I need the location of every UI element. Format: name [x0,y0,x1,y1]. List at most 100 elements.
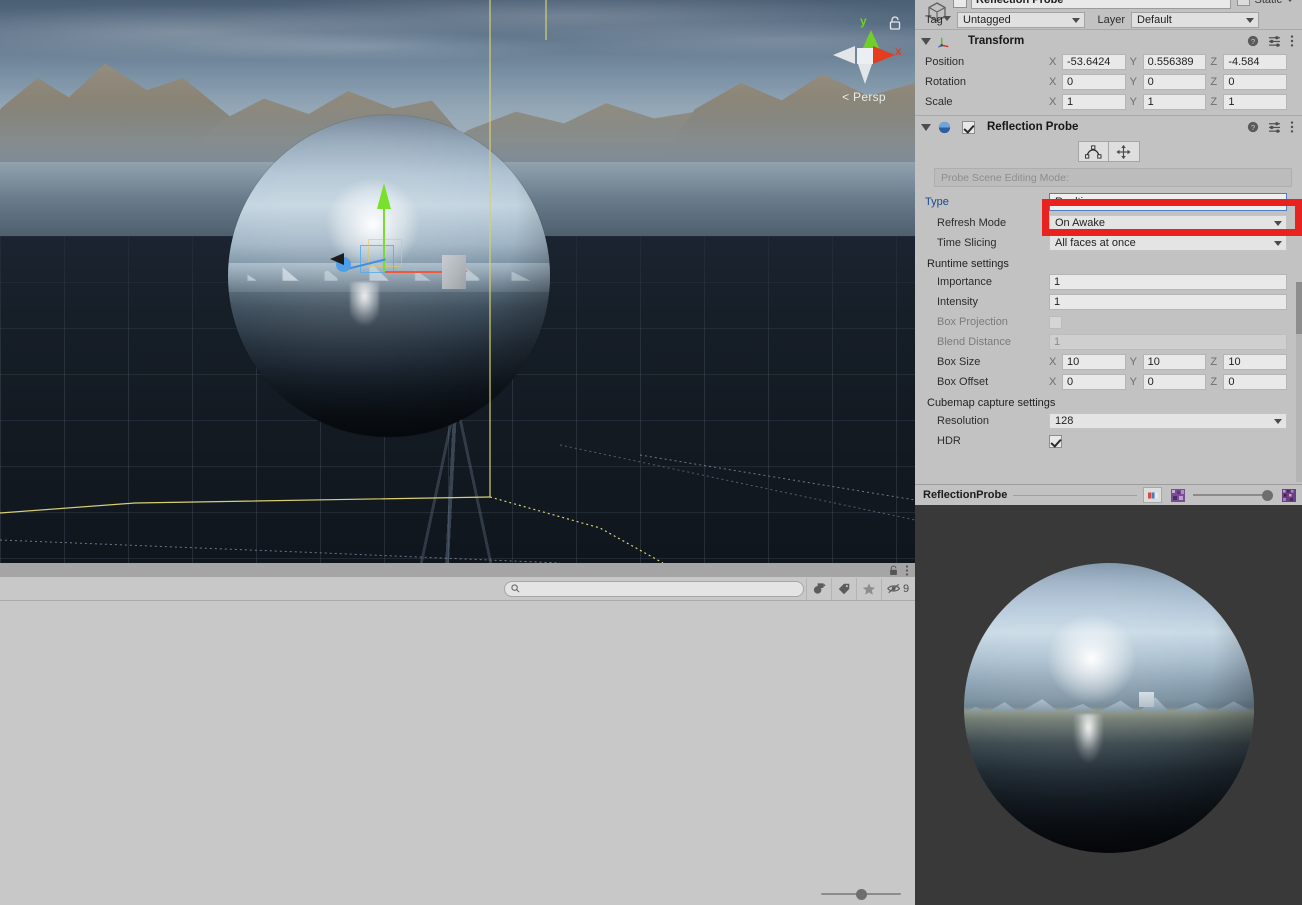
zoom-slider[interactable] [821,888,901,900]
intensity-row: Intensity 1 [915,292,1302,312]
scale-x-field[interactable]: 1 [1062,94,1126,110]
box-size-y-field[interactable]: 10 [1142,354,1207,370]
move-probe-button[interactable] [1108,141,1140,162]
type-row: Type Realtime [915,191,1302,213]
rotation-y-field[interactable]: 0 [1142,74,1207,90]
gizmo-cone-neg-y[interactable] [858,64,872,84]
scene-view-orientation-gizmo[interactable]: y x < Persp [825,8,903,108]
hdr-checkbox[interactable] [1049,434,1062,448]
position-y-field[interactable]: 0.556389 [1142,54,1207,70]
project-panel-content[interactable] [0,602,915,883]
axis-x-label: X [1049,96,1057,108]
search-icon [511,584,520,593]
importance-field[interactable]: 1 [1049,274,1287,290]
box-offset-x-field[interactable]: 0 [1062,374,1126,390]
chevron-down-icon[interactable] [921,37,931,45]
preview-panel-header[interactable]: ReflectionProbe [915,484,1302,505]
menu-icon[interactable] [1290,121,1294,133]
zoom-slider-handle[interactable] [856,888,868,900]
chevron-down-icon[interactable] [1286,0,1294,2]
type-dropdown[interactable]: Realtime [1049,193,1287,211]
table-row: Scale X 1 Y 1 Z 1 [915,92,1302,112]
box-size-z-field[interactable]: 10 [1223,354,1288,370]
gameobject-name-field[interactable]: Reflection Probe [971,0,1231,9]
reflection-probe-preview-sphere[interactable] [964,563,1254,853]
gizmo-y-label: y [860,14,867,28]
scene-cube-object[interactable] [442,255,466,289]
project-panel-tabbar[interactable] [0,563,915,577]
preview-slider-handle[interactable] [1262,489,1273,501]
axis-z-label: Z [1210,76,1218,88]
menu-icon[interactable] [905,564,909,576]
gameobject-enabled-checkbox[interactable] [953,0,967,8]
chevron-down-icon [1274,418,1282,424]
static-checkbox[interactable] [1237,0,1251,6]
gizmo-y-axis[interactable] [377,183,391,209]
favorite-filter-button[interactable] [856,577,881,600]
preview-canvas[interactable] [915,505,1302,905]
transform-component-header[interactable]: Transform ? [915,30,1302,52]
tag-value: Untagged [963,14,1011,26]
menu-icon[interactable] [1290,35,1294,47]
refresh-mode-dropdown[interactable]: On Awake [1049,215,1287,231]
preview-mode-button[interactable] [1143,487,1162,503]
gizmo-cone-x[interactable] [873,46,895,64]
help-icon[interactable]: ? [1247,35,1259,47]
edit-bounds-button[interactable] [1077,141,1109,162]
preview-slider[interactable] [1193,489,1273,501]
scene-view[interactable]: y x < Persp [0,0,915,563]
preview-panel: ReflectionProbe [915,484,1302,905]
table-row: Rotation X 0 Y 0 Z 0 [915,72,1302,92]
position-x-field[interactable]: -53.6424 [1062,54,1126,70]
resolution-dropdown[interactable]: 128 [1049,413,1287,429]
intensity-field[interactable]: 1 [1049,294,1287,310]
static-checkbox-group[interactable]: Static [1237,0,1294,6]
scale-y-field[interactable]: 1 [1142,94,1207,110]
preset-icon[interactable] [1268,35,1281,47]
chevron-down-icon[interactable] [921,123,931,131]
lock-icon[interactable] [889,16,901,30]
layer-dropdown[interactable]: Default [1131,12,1259,28]
chevron-down-icon [1274,220,1282,226]
search-input[interactable] [504,580,804,597]
gizmo-center-cube[interactable] [857,48,873,64]
axis-z-label: Z [1210,96,1218,108]
scale-z-field[interactable]: 1 [1223,94,1288,110]
blend-distance-row: Blend Distance 1 [915,332,1302,352]
rotation-x-field[interactable]: 0 [1062,74,1126,90]
box-size-x-field[interactable]: 10 [1062,354,1126,370]
type-value: Realtime [1055,196,1099,208]
box-offset-z-field[interactable]: 0 [1223,374,1288,390]
inspector-scrollbar-thumb[interactable] [1296,282,1302,334]
preview-mip-button[interactable] [1279,487,1298,503]
project-panel: 9 [0,563,915,905]
intensity-label: Intensity [937,296,978,308]
resolution-row: Resolution 128 [915,411,1302,431]
projection-mode-label[interactable]: < Persp [825,90,903,104]
lock-icon[interactable] [889,564,898,576]
visibility-toggle-button[interactable]: 9 [881,577,914,600]
object-filter-button[interactable] [806,577,831,600]
position-z-field[interactable]: -4.584 [1223,54,1288,70]
static-label: Static [1254,0,1282,6]
table-row: Position X -53.6424 Y 0.556389 Z -4.584 [915,52,1302,72]
transform-move-gizmo[interactable] [330,183,490,289]
search-field[interactable] [524,583,797,594]
visibility-count: 9 [902,582,910,595]
help-icon[interactable]: ? [1247,121,1259,133]
gizmo-cone-neg-x[interactable] [833,46,855,64]
box-offset-y-field[interactable]: 0 [1142,374,1207,390]
tag-filter-button[interactable] [831,577,856,600]
hdr-label: HDR [937,435,961,447]
time-slicing-dropdown[interactable]: All faces at once [1049,235,1287,251]
tag-dropdown[interactable]: Untagged [957,12,1085,28]
preview-channel-button[interactable] [1168,487,1187,503]
preset-icon[interactable] [1268,121,1281,133]
box-offset-label: Box Offset [937,376,989,388]
cubemap-settings-header: Cubemap capture settings [927,397,1056,409]
reflection-probe-enabled-checkbox[interactable] [962,120,975,134]
reflection-probe-component-header[interactable]: Reflection Probe ? [915,116,1302,138]
runtime-settings-header: Runtime settings [927,258,1009,270]
rotation-z-field[interactable]: 0 [1223,74,1288,90]
preview-drag-handle[interactable] [1013,494,1137,496]
